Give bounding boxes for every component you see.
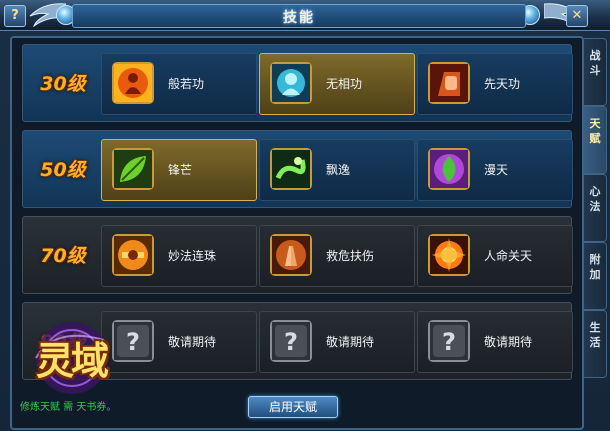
talent-name: 敬请期待	[326, 335, 375, 349]
title-bar: 技能 ? ✕	[0, 0, 610, 31]
talent-name: 救危扶伤	[326, 249, 375, 263]
ghost-spirit-icon[interactable]	[270, 62, 312, 104]
side-tab-label: 天赋	[589, 117, 601, 145]
talent-name: 漫天	[484, 163, 509, 177]
talent-row: 70级 妙法连珠 救危扶伤 人命关天	[22, 216, 573, 294]
game-logo: 灵域	[14, 318, 142, 408]
side-tab[interactable]: 战斗	[584, 38, 607, 106]
fist-power-icon[interactable]	[428, 62, 470, 104]
talent-name: 无相功	[326, 77, 363, 91]
talent-name: 般若功	[168, 77, 205, 91]
svg-text:?: ?	[442, 328, 456, 356]
talent-name: 敬请期待	[168, 335, 217, 349]
flame-figure-icon[interactable]	[112, 62, 154, 104]
side-tab[interactable]: 附加	[584, 242, 607, 310]
side-tab[interactable]: 天赋	[584, 106, 607, 174]
question-mark-icon[interactable]: ?	[428, 320, 470, 362]
talent-slot[interactable]: 般若功	[101, 53, 257, 115]
talent-slot[interactable]: 飘逸	[259, 139, 415, 201]
question-mark-icon[interactable]: ?	[270, 320, 312, 362]
leaf-emblem-icon[interactable]	[428, 148, 470, 190]
side-tab-label: 心法	[589, 185, 601, 213]
talent-slot[interactable]: ? 敬请期待	[259, 311, 415, 373]
window-title: 技能	[283, 10, 315, 26]
talent-slot[interactable]: 无相功	[259, 53, 415, 115]
level-label: 50级	[40, 159, 86, 181]
level-label: 70级	[40, 245, 86, 267]
side-tab-label: 生活	[589, 321, 601, 349]
svg-text:?: ?	[284, 328, 298, 356]
side-tab[interactable]: 生活	[584, 310, 607, 378]
green-swirl-icon[interactable]	[270, 148, 312, 190]
talent-name: 妙法连珠	[168, 249, 217, 263]
talent-slot[interactable]: 漫天	[417, 139, 573, 201]
enable-talent-button[interactable]: 启用天赋	[248, 396, 338, 418]
help-button[interactable]: ?	[4, 5, 26, 27]
orange-beast-icon[interactable]	[112, 234, 154, 276]
talent-row: 30级 般若功 无相功 先天功	[22, 44, 573, 122]
level-label: 30级	[40, 73, 86, 95]
talent-name: 人命关天	[484, 249, 533, 263]
talent-slot[interactable]: ? 敬请期待	[417, 311, 573, 373]
fire-burst-icon[interactable]	[428, 234, 470, 276]
green-leaf-icon[interactable]	[112, 148, 154, 190]
talent-slot[interactable]: 锋芒	[101, 139, 257, 201]
close-button[interactable]: ✕	[566, 5, 588, 27]
side-tab-label: 附加	[589, 253, 601, 281]
talent-slot[interactable]: 先天功	[417, 53, 573, 115]
talent-slot[interactable]: 妙法连珠	[101, 225, 257, 287]
talent-slot[interactable]: 救危扶伤	[259, 225, 415, 287]
talent-row: 50级 锋芒 飘逸 漫天	[22, 130, 573, 208]
title-plate: 技能	[72, 4, 526, 28]
talent-name: 先天功	[484, 77, 521, 91]
footer-note: 修炼天赋 需 天书券。	[20, 402, 117, 413]
talent-name: 锋芒	[168, 163, 193, 177]
praying-hands-icon[interactable]	[270, 234, 312, 276]
side-tab[interactable]: 心法	[584, 174, 607, 242]
skills-window: 技能 ? ✕ 30级 般若功 无相功 先天功 50级 锋芒 飘逸 漫天 70级 妙法连珠 救危扶伤 人…	[0, 0, 610, 431]
talent-name: 敬请期待	[484, 335, 533, 349]
side-tab-label: 战斗	[589, 49, 601, 77]
logo-text: 灵域	[36, 339, 109, 383]
talent-slot[interactable]: 人命关天	[417, 225, 573, 287]
talent-name: 飘逸	[326, 163, 351, 177]
